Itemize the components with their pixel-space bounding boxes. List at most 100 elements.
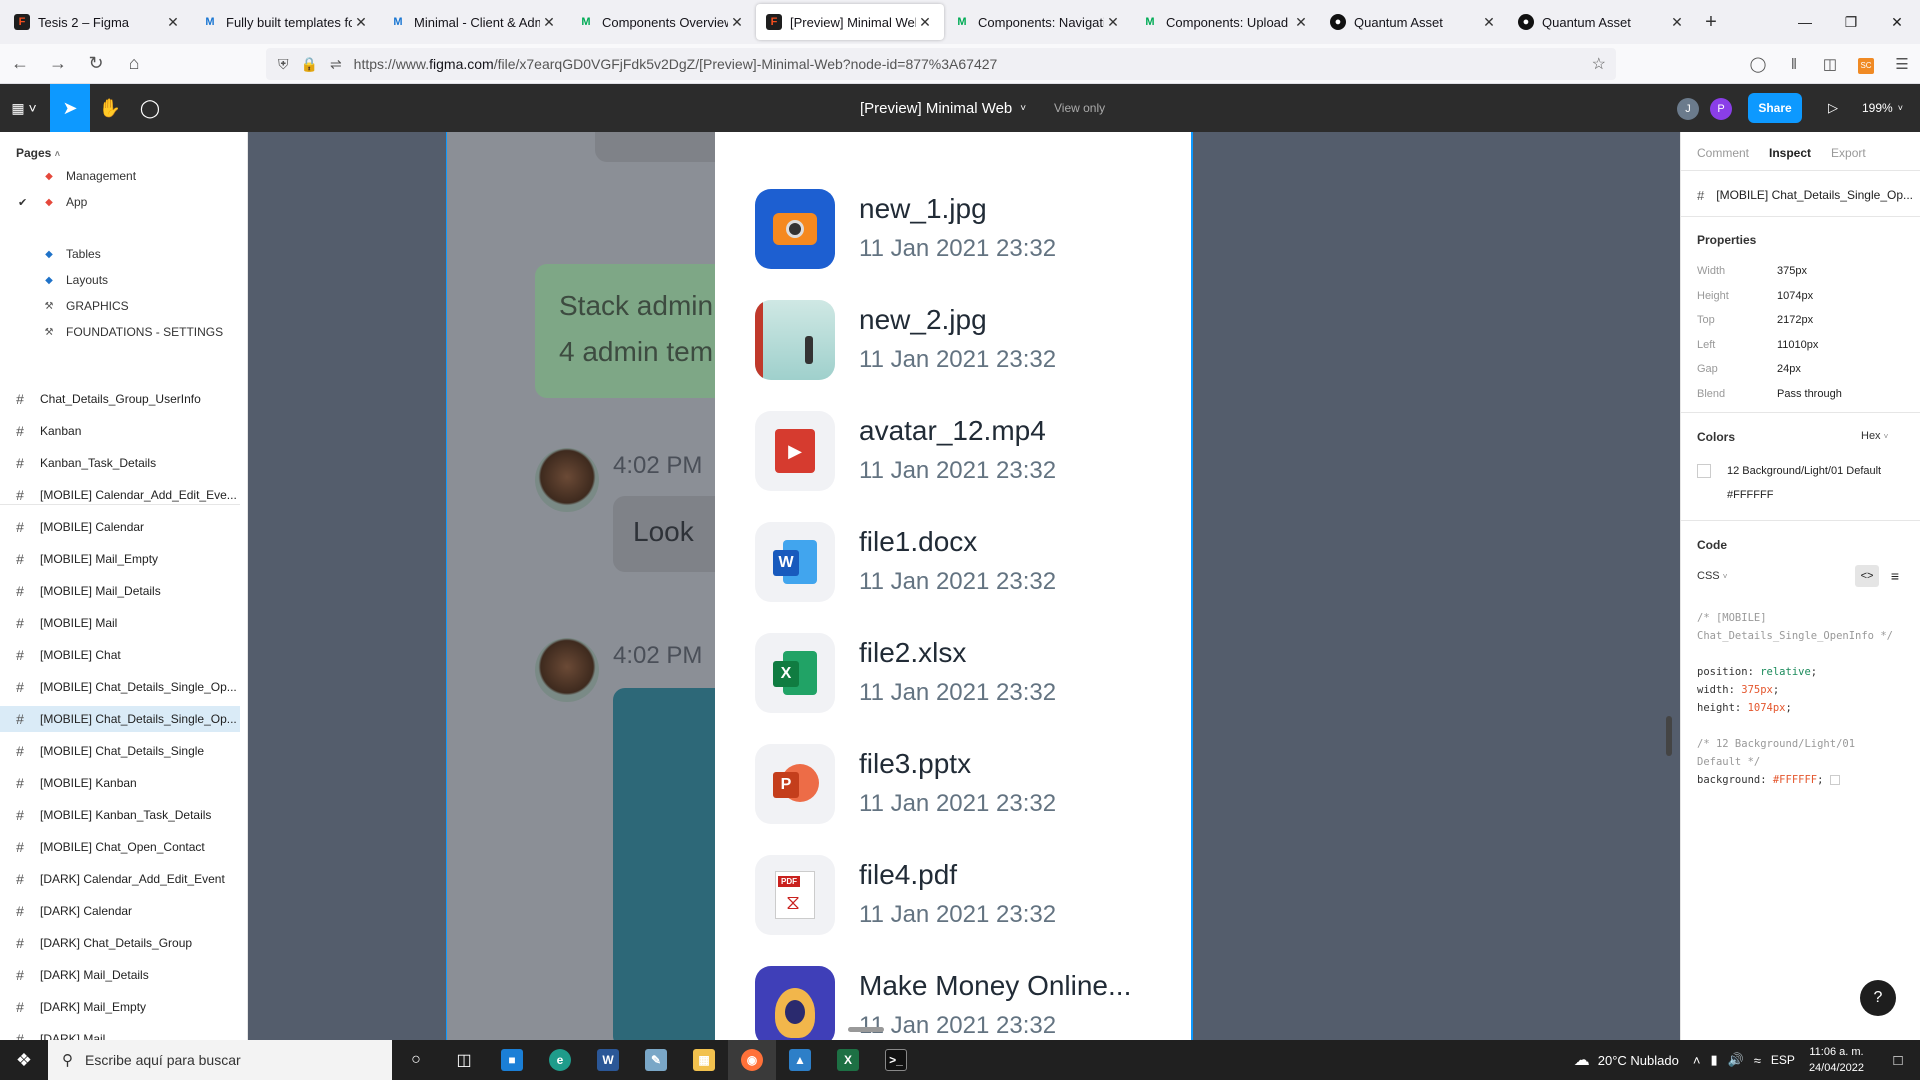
library-icon[interactable]: ‖ bbox=[1776, 56, 1812, 73]
taskbar-search[interactable]: ⚲ Escribe aquí para buscar bbox=[48, 1040, 392, 1080]
file-item[interactable]: Xfile2.xlsx 11 Jan 2021 23:32 bbox=[755, 633, 1195, 713]
chevron-up-icon[interactable]: ˄ bbox=[1693, 1053, 1701, 1068]
property-value[interactable]: 375px bbox=[1777, 265, 1807, 277]
language-indicator[interactable]: ESP bbox=[1771, 1053, 1795, 1067]
close-tab-icon[interactable]: ✕ bbox=[540, 14, 558, 31]
file-item[interactable]: PDF ⧖ file4.pdf 11 Jan 2021 23:32 bbox=[755, 855, 1195, 935]
word-icon[interactable]: W bbox=[584, 1040, 632, 1080]
help-button[interactable]: ? bbox=[1860, 980, 1896, 1016]
photos-icon[interactable]: ▲ bbox=[776, 1040, 824, 1080]
cortana-icon[interactable]: ○ bbox=[392, 1040, 440, 1080]
browser-tab[interactable]: M Minimal - Client & Admin✕ bbox=[380, 4, 568, 40]
browser-tab[interactable]: F Tesis 2 – Figma ✕ bbox=[4, 4, 192, 40]
file-explorer-icon[interactable]: ▦ bbox=[680, 1040, 728, 1080]
browser-tab[interactable]: M Components: Navigation✕ bbox=[944, 4, 1132, 40]
new-tab-icon[interactable]: + bbox=[1696, 11, 1726, 34]
terminal-icon[interactable]: >_ bbox=[872, 1040, 920, 1080]
browser-tab[interactable]: ● Quantum Asset ✕ bbox=[1320, 4, 1508, 40]
browser-tab[interactable]: F [Preview] Minimal Web –✕ bbox=[756, 4, 944, 40]
extension-icon[interactable]: SC bbox=[1848, 55, 1884, 74]
close-tab-icon[interactable]: ✕ bbox=[1480, 14, 1498, 31]
layer-item[interactable]: # [MOBILE] Mail bbox=[0, 610, 240, 636]
menu-icon[interactable]: ☰ bbox=[1884, 55, 1920, 73]
file-title[interactable]: [Preview] Minimal Web ˅ bbox=[860, 84, 1026, 132]
page-item[interactable]: ✔ ◆ App bbox=[0, 189, 240, 215]
page-item[interactable]: ◆ Tables bbox=[0, 241, 240, 267]
layer-item[interactable]: # [DARK] Mail_Empty bbox=[0, 994, 240, 1020]
reload-icon[interactable]: ↻ bbox=[78, 48, 114, 80]
layer-item[interactable]: # [DARK] Calendar bbox=[0, 898, 240, 924]
main-menu-icon[interactable]: ▦ ˅ bbox=[0, 84, 48, 132]
file-item[interactable]: new_2.jpg 11 Jan 2021 23:32 bbox=[755, 300, 1195, 380]
notes-icon[interactable]: ✎ bbox=[632, 1040, 680, 1080]
task-view-icon[interactable]: ◫ bbox=[440, 1040, 488, 1080]
browser-tab[interactable]: ● Quantum Asset ✕ bbox=[1508, 4, 1696, 40]
close-tab-icon[interactable]: ✕ bbox=[728, 14, 746, 31]
layer-item[interactable]: # [MOBILE] Mail_Details bbox=[0, 578, 240, 604]
bookmark-star-icon[interactable]: ☆ bbox=[1592, 54, 1606, 74]
property-value[interactable]: 24px bbox=[1777, 363, 1801, 375]
layer-item[interactable]: # [MOBILE] Chat_Details_Single_Op... bbox=[0, 706, 240, 732]
close-window-icon[interactable]: ✕ bbox=[1874, 0, 1920, 44]
layer-item[interactable]: # [MOBILE] Chat_Details_Single_Op... bbox=[0, 674, 240, 700]
layer-item[interactable]: # [MOBILE] Chat bbox=[0, 642, 240, 668]
property-value[interactable]: Pass through bbox=[1777, 388, 1842, 400]
color-format-dropdown[interactable]: Hex ˅ bbox=[1861, 430, 1888, 442]
tab-comment[interactable]: Comment bbox=[1697, 146, 1749, 160]
horizontal-scrollbar[interactable] bbox=[848, 1027, 884, 1032]
layer-item[interactable]: # [MOBILE] Calendar bbox=[0, 514, 240, 540]
layer-item[interactable]: # [MOBILE] Kanban_Task_Details bbox=[0, 802, 240, 828]
tab-inspect[interactable]: Inspect bbox=[1769, 146, 1811, 160]
file-item[interactable]: Pfile3.pptx 11 Jan 2021 23:32 bbox=[755, 744, 1195, 824]
avatar[interactable]: P bbox=[1710, 98, 1732, 120]
permissions-icon[interactable]: ⇌ bbox=[330, 56, 342, 73]
battery-icon[interactable]: ▮ bbox=[1710, 1052, 1717, 1068]
shield-icon[interactable]: ⛨ bbox=[278, 56, 289, 73]
store-icon[interactable]: ■ bbox=[488, 1040, 536, 1080]
layer-item[interactable]: # [DARK] Mail_Details bbox=[0, 962, 240, 988]
color-value[interactable]: #FFFFFF bbox=[1727, 489, 1773, 501]
back-icon[interactable]: ← bbox=[2, 48, 38, 80]
page-item[interactable]: ⚒ FOUNDATIONS - SETTINGS bbox=[0, 319, 240, 345]
close-tab-icon[interactable]: ✕ bbox=[916, 14, 934, 31]
sidebar-icon[interactable]: ◫ bbox=[1812, 55, 1848, 73]
address-bar[interactable]: ⛨ 🔒 ⇌ https://www.figma.com/file/x7earqG… bbox=[266, 48, 1616, 80]
property-value[interactable]: 11010px bbox=[1777, 339, 1818, 351]
tab-export[interactable]: Export bbox=[1831, 146, 1866, 160]
browser-tab[interactable]: M Components: Upload | M✕ bbox=[1132, 4, 1320, 40]
clock[interactable]: 11:06 a. m. 24/04/2022 bbox=[1809, 1044, 1864, 1076]
pocket-icon[interactable]: ◯ bbox=[1740, 55, 1776, 73]
canvas[interactable]: Stack admin 4 admin tem 4:02 PM Look 4:0… bbox=[248, 132, 1680, 1040]
close-tab-icon[interactable]: ✕ bbox=[164, 14, 182, 31]
firefox-icon[interactable]: ◉ bbox=[728, 1040, 776, 1080]
avatar[interactable]: J bbox=[1677, 98, 1699, 120]
excel-icon[interactable]: X bbox=[824, 1040, 872, 1080]
layer-item[interactable]: # [DARK] Calendar_Add_Edit_Event bbox=[0, 866, 240, 892]
color-swatch[interactable] bbox=[1697, 464, 1711, 478]
windows-start-icon[interactable]: ❖ bbox=[0, 1040, 48, 1080]
code-view-icon[interactable]: <> bbox=[1855, 565, 1879, 587]
close-tab-icon[interactable]: ✕ bbox=[1668, 14, 1686, 31]
list-view-icon[interactable]: ≡ bbox=[1885, 565, 1905, 587]
property-value[interactable]: 2172px bbox=[1777, 314, 1813, 326]
file-item[interactable]: Make Money Online... 11 Jan 2021 23:32 bbox=[755, 966, 1195, 1040]
file-item[interactable]: new_1.jpg 11 Jan 2021 23:32 bbox=[755, 189, 1195, 269]
minimize-icon[interactable]: — bbox=[1782, 0, 1828, 44]
layer-item[interactable]: # [MOBILE] Kanban bbox=[0, 770, 240, 796]
layer-item[interactable]: # [DARK] Chat_Details_Group bbox=[0, 930, 240, 956]
volume-icon[interactable]: 🔊 bbox=[1728, 1052, 1744, 1068]
file-item[interactable]: Wfile1.docx 11 Jan 2021 23:32 bbox=[755, 522, 1195, 602]
page-item[interactable]: ◆ Management bbox=[0, 163, 240, 189]
layer-item[interactable]: # Chat_Details_Group_UserInfo bbox=[0, 386, 240, 412]
layer-item[interactable]: # [MOBILE] Calendar_Add_Edit_Eve... bbox=[0, 482, 240, 508]
layer-item[interactable]: # [MOBILE] Chat_Open_Contact bbox=[0, 834, 240, 860]
close-tab-icon[interactable]: ✕ bbox=[352, 14, 370, 31]
lock-icon[interactable]: 🔒 bbox=[301, 56, 318, 73]
edge-icon[interactable]: e bbox=[536, 1040, 584, 1080]
move-tool-icon[interactable]: ➤ bbox=[50, 84, 90, 132]
zoom-dropdown[interactable]: 199% ˅ bbox=[1862, 84, 1903, 132]
vertical-scrollbar[interactable] bbox=[1666, 716, 1672, 756]
code-language-dropdown[interactable]: CSS ˅ bbox=[1697, 570, 1727, 582]
present-icon[interactable]: ▷ bbox=[1820, 84, 1846, 132]
restore-icon[interactable]: ❐ bbox=[1828, 0, 1874, 44]
